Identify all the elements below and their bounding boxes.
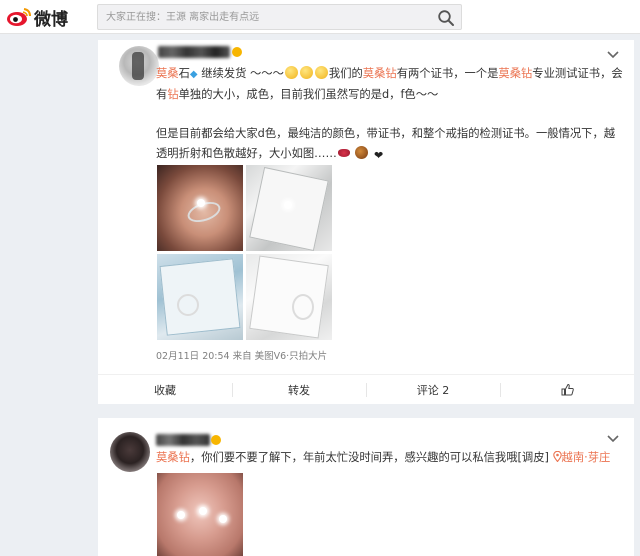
hashtag-link[interactable]: 莫桑钻 <box>498 67 532 80</box>
post-image[interactable] <box>246 165 332 251</box>
location-text: 越南·芽庄 <box>561 451 611 464</box>
diamond-sparkle <box>199 507 207 515</box>
lips-emoji-icon <box>337 149 350 157</box>
location-pin-icon <box>552 450 562 463</box>
ring-shape <box>292 294 314 320</box>
hashtag-link[interactable]: 钻 <box>167 88 178 101</box>
diamond-sparkle <box>197 199 205 207</box>
diamond-sparkle <box>219 515 227 523</box>
avatar[interactable] <box>119 46 159 86</box>
location-link[interactable]: 越南·芽庄 <box>552 450 611 464</box>
diamond-sparkle <box>177 511 185 519</box>
post-actions: 收藏 转发 评论 2 <box>98 374 634 404</box>
comment-label: 评论 2 <box>416 383 450 397</box>
post-image[interactable] <box>157 254 243 340</box>
post-image[interactable] <box>157 165 243 251</box>
post-text-part: 但是目前都会给大家d色，最纯洁的颜色，带证书，和整个戒指的检测证书。一般情况下，… <box>156 127 616 160</box>
repost-button[interactable]: 转发 <box>232 375 366 404</box>
mention-suffix: 石 <box>178 67 190 80</box>
post-text-part: 单独的大小，成色，目前我们虽然写的是d，f色～～ <box>178 88 439 101</box>
diamond-sparkle <box>284 201 292 209</box>
search-icon[interactable] <box>437 9 455 27</box>
member-badge-icon <box>232 47 242 57</box>
post-image[interactable] <box>246 254 332 340</box>
grin-emoji-icon <box>299 66 313 79</box>
mention-link[interactable]: 莫桑 <box>156 67 179 80</box>
feed-post: 莫桑石◆ 继续发货 ～～～ 我们的莫桑钻有两个证书，一个是莫桑钻专业测试证书，会有… <box>98 40 634 404</box>
feed-post: 莫桑钻，你们要不要了解下，年前太忙没时间弄，感兴趣的可以私信我哦[调皮] 越南·… <box>98 418 634 556</box>
ring-shape <box>177 294 199 316</box>
certificate-card <box>249 166 329 251</box>
certificate-card <box>249 255 329 339</box>
hashtag-link[interactable]: 莫桑钻 <box>363 67 397 80</box>
post-text: 莫桑石◆ 继续发货 ～～～ 我们的莫桑钻有两个证书，一个是莫桑钻专业测试证书，会有… <box>156 64 626 105</box>
comment-button[interactable]: 评论 2 <box>366 375 500 404</box>
mention-link[interactable]: 莫桑钻 <box>156 451 190 464</box>
top-navigation-bar: 微博 <box>0 0 640 34</box>
chevron-down-icon[interactable] <box>606 50 620 60</box>
post-text-part: 我们的 <box>328 67 363 80</box>
weibo-logo[interactable]: 微博 <box>6 5 76 30</box>
bird-emoji-icon <box>355 146 369 159</box>
author-name-blurred[interactable] <box>158 46 230 58</box>
heart-emoji-icon: ❤ <box>373 149 384 162</box>
post-text: 但是目前都会给大家d色，最纯洁的颜色，带证书，和整个戒指的检测证书。一般情况下，… <box>156 124 626 166</box>
chevron-down-icon[interactable] <box>606 434 620 444</box>
grin-emoji-icon <box>284 66 298 79</box>
avatar[interactable] <box>110 432 150 472</box>
thumbs-up-icon <box>561 383 574 396</box>
diamond-icon: ◆ <box>189 69 198 80</box>
weibo-eye-icon <box>7 8 31 26</box>
logo-text: 微博 <box>34 9 68 30</box>
like-button[interactable] <box>500 375 634 404</box>
member-badge-icon <box>211 435 221 445</box>
search-box <box>97 4 462 30</box>
author-name-blurred[interactable] <box>156 434 210 446</box>
search-input[interactable] <box>98 5 428 29</box>
post-text-part: 有两个证书，一个是 <box>396 67 499 80</box>
post-text-part: ，你们要不要了解下，年前太忙没时间弄，感兴趣的可以私信我哦[调皮] <box>189 451 549 464</box>
post-meta[interactable]: 02月11日 20:54 来自 美图V6·只拍大片 <box>156 348 327 362</box>
favorite-button[interactable]: 收藏 <box>98 375 232 404</box>
favorite-label: 收藏 <box>154 383 176 397</box>
certificate-card <box>159 258 241 336</box>
post-text: 莫桑钻，你们要不要了解下，年前太忙没时间弄，感兴趣的可以私信我哦[调皮] 越南·… <box>156 448 628 468</box>
post-image[interactable] <box>157 473 243 556</box>
grin-emoji-icon <box>314 66 328 79</box>
post-text-part: 继续发货 ～～～ <box>197 67 284 80</box>
repost-label: 转发 <box>288 383 310 397</box>
